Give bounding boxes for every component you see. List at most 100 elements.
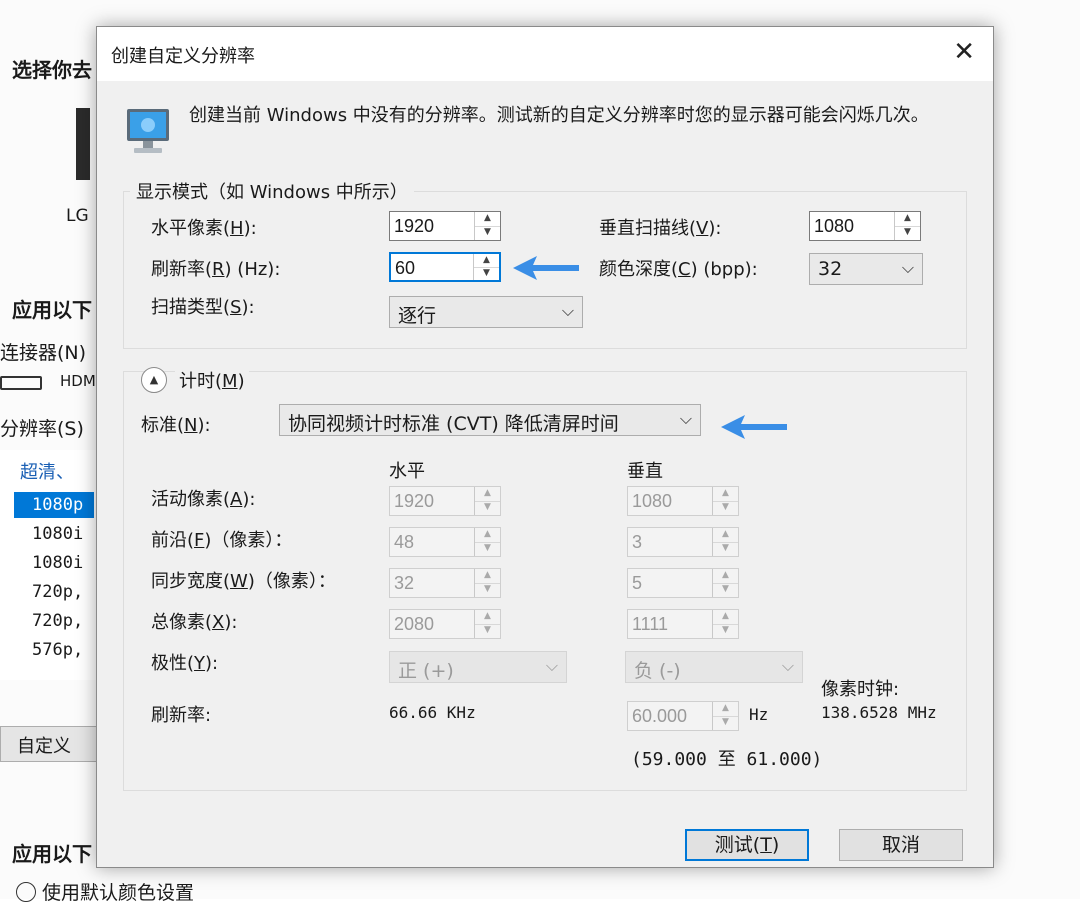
monitor-icon bbox=[76, 108, 90, 180]
polarity-v-value: 负 (-) bbox=[634, 660, 681, 682]
scan-type-value: 逐行 bbox=[398, 305, 437, 327]
collapse-timing-icon[interactable]: ▲ bbox=[141, 367, 167, 393]
list-item[interactable]: 1080p bbox=[32, 495, 83, 515]
active-h-input bbox=[390, 487, 474, 515]
spin-down-icon[interactable]: ▼ bbox=[474, 267, 499, 280]
color-depth-select[interactable]: 32 ⌵ bbox=[809, 253, 923, 285]
scan-type-label-text: 扫描类型 bbox=[151, 297, 223, 318]
refresh-rate-stepper[interactable]: ▲▼ bbox=[389, 252, 501, 282]
active-h-stepper: ▲▼ bbox=[389, 486, 501, 516]
scan-type-key: S bbox=[230, 297, 242, 318]
sync-h-stepper: ▲▼ bbox=[389, 568, 501, 598]
v-lines-spin[interactable]: ▲ ▼ bbox=[894, 212, 920, 240]
timing-refresh-h: 66.66 KHz bbox=[389, 703, 476, 722]
sync-width-label-text: 同步宽度 bbox=[151, 571, 223, 592]
total-v-input bbox=[628, 610, 712, 638]
front-porch-label: 前沿(F)（像素）： bbox=[151, 530, 293, 551]
timing-group-label-text: 计时 bbox=[179, 371, 215, 392]
color-default-radio[interactable] bbox=[16, 882, 36, 902]
timing-group-label: 计时(M) bbox=[175, 367, 249, 393]
chevron-down-icon: ⌵ bbox=[901, 258, 914, 277]
active-v-stepper: ▲▼ bbox=[627, 486, 739, 516]
front-h-input bbox=[390, 528, 474, 556]
dialog-title: 创建自定义分辨率 bbox=[111, 46, 255, 67]
test-button[interactable]: 测试(T) bbox=[685, 829, 809, 861]
test-button-key: T bbox=[760, 834, 772, 856]
refresh-rate-key: R bbox=[212, 259, 225, 280]
timing-standard-select[interactable]: 协同视频计时标准 (CVT) 降低清屏时间 ⌵ bbox=[279, 404, 701, 436]
spin-up-icon: ▲ bbox=[475, 610, 500, 625]
v-lines-label: 垂直扫描线(V): bbox=[599, 218, 722, 239]
cancel-button[interactable]: 取消 bbox=[839, 829, 963, 861]
scan-type-label: 扫描类型(S): bbox=[151, 297, 255, 318]
front-v-input bbox=[628, 528, 712, 556]
spin-down-icon[interactable]: ▼ bbox=[895, 226, 920, 240]
color-depth-unit: (bpp): bbox=[703, 259, 758, 280]
v-lines-input[interactable] bbox=[810, 212, 894, 240]
h-pixels-input[interactable] bbox=[390, 212, 474, 240]
timing-standard-value: 协同视频计时标准 (CVT) 降低清屏时间 bbox=[288, 413, 619, 435]
bg-monitor-label: LG bbox=[66, 206, 89, 226]
spin-up-icon: ▲ bbox=[713, 702, 738, 717]
color-depth-value: 32 bbox=[818, 258, 843, 280]
bg-heading-select: 选择你去 bbox=[12, 58, 92, 82]
pixel-clock-label: 像素时钟: bbox=[821, 679, 900, 700]
spin-up-icon: ▲ bbox=[475, 569, 500, 584]
spin-up-icon: ▲ bbox=[713, 487, 738, 502]
list-item[interactable]: 1080i bbox=[32, 524, 83, 544]
timing-refresh-v-spin: ▲ ▼ bbox=[712, 702, 738, 730]
list-item[interactable]: 576p, bbox=[32, 640, 83, 660]
polarity-h-select: 正 (+) ⌵ bbox=[389, 651, 567, 683]
dialog-titlebar[interactable]: 创建自定义分辨率 ✕ bbox=[97, 27, 993, 81]
front-porch-label-text: 前沿 bbox=[151, 530, 187, 551]
column-vertical: 垂直 bbox=[627, 461, 663, 482]
active-pixels-label: 活动像素(A): bbox=[151, 489, 256, 510]
refresh-rate-unit: (Hz): bbox=[237, 259, 281, 280]
color-default-label: 使用默认颜色设置 bbox=[42, 882, 195, 904]
total-h-spin: ▲ ▼ bbox=[474, 610, 500, 638]
polarity-label-text: 极性 bbox=[151, 653, 187, 674]
bg-custom-button[interactable]: 自定义 bbox=[0, 726, 98, 762]
polarity-v-select: 负 (-) ⌵ bbox=[625, 651, 803, 683]
spin-up-icon: ▲ bbox=[713, 610, 738, 625]
sync-v-input bbox=[628, 569, 712, 597]
standard-key: N bbox=[184, 415, 198, 436]
timing-refresh-v-input bbox=[628, 702, 712, 730]
refresh-rate-input[interactable] bbox=[391, 254, 473, 282]
bg-heading-apply-2: 应用以下 bbox=[12, 842, 92, 866]
display-monitor-icon bbox=[127, 109, 169, 153]
sync-h-spin: ▲ ▼ bbox=[474, 569, 500, 597]
chevron-down-icon: ⌵ bbox=[679, 409, 692, 428]
h-pixels-stepper[interactable]: ▲▼ bbox=[389, 211, 501, 241]
bg-connector-value[interactable]: HDM bbox=[60, 372, 96, 390]
polarity-label: 极性(Y): bbox=[151, 653, 219, 674]
spin-up-icon[interactable]: ▲ bbox=[475, 212, 500, 227]
front-h-stepper: ▲▼ bbox=[389, 527, 501, 557]
front-v-spin: ▲ ▼ bbox=[712, 528, 738, 556]
active-h-spin: ▲ ▼ bbox=[474, 487, 500, 515]
v-lines-stepper[interactable]: ▲▼ bbox=[809, 211, 921, 241]
close-icon[interactable]: ✕ bbox=[953, 37, 975, 67]
scan-type-select[interactable]: 逐行 ⌵ bbox=[389, 296, 583, 328]
spin-down-icon: ▼ bbox=[722, 584, 729, 594]
spin-down-icon[interactable]: ▼ bbox=[475, 226, 500, 240]
hdmi-icon bbox=[0, 376, 42, 390]
spin-down-icon: ▼ bbox=[484, 625, 491, 635]
spin-up-icon[interactable]: ▲ bbox=[474, 254, 499, 268]
resolution-list-group: 超清、 bbox=[20, 462, 74, 483]
spin-up-icon[interactable]: ▲ bbox=[895, 212, 920, 227]
sync-v-stepper: ▲▼ bbox=[627, 568, 739, 598]
sync-width-label: 同步宽度(W)（像素）： bbox=[151, 571, 336, 592]
list-item[interactable]: 1080i bbox=[32, 553, 83, 573]
total-pixels-key: X bbox=[212, 612, 225, 633]
refresh-rate-spin[interactable]: ▲ ▼ bbox=[473, 254, 499, 280]
sync-v-spin: ▲ ▼ bbox=[712, 569, 738, 597]
info-text: 创建当前 Windows 中没有的分辨率。测试新的自定义分辨率时您的显示器可能会… bbox=[189, 105, 929, 126]
list-item[interactable]: 720p, bbox=[32, 611, 83, 631]
h-pixels-spin[interactable]: ▲ ▼ bbox=[474, 212, 500, 240]
list-item[interactable]: 720p, bbox=[32, 582, 83, 602]
active-pixels-label-text: 活动像素 bbox=[151, 489, 223, 510]
test-button-label: 测试 bbox=[714, 834, 753, 856]
spin-down-icon: ▼ bbox=[722, 502, 729, 512]
front-v-stepper: ▲▼ bbox=[627, 527, 739, 557]
